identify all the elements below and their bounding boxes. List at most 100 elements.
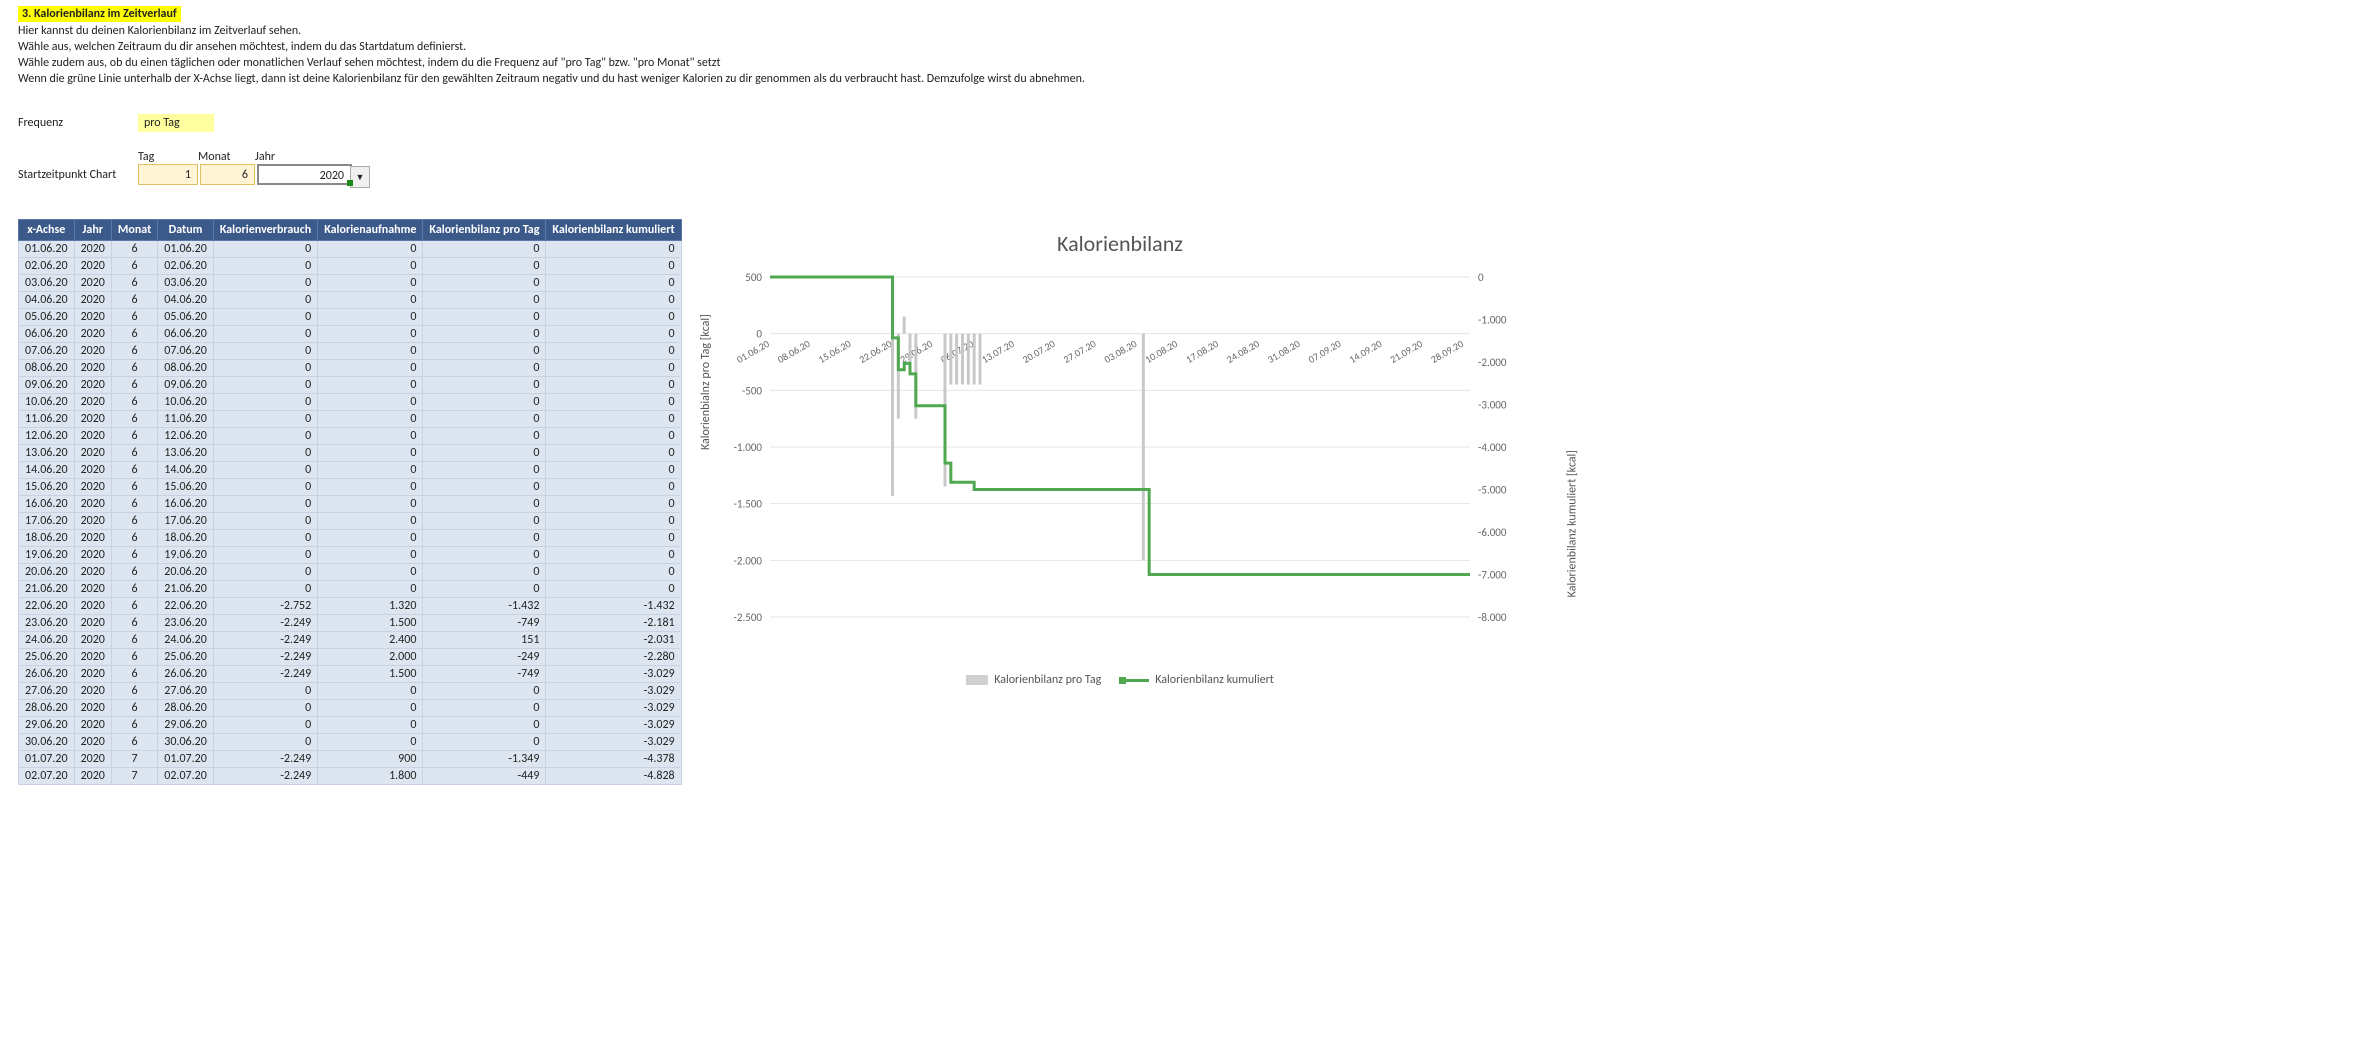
- jahr-input[interactable]: 2020 ▼: [257, 164, 352, 185]
- table-cell: 6: [111, 377, 157, 394]
- svg-text:-8.000: -8.000: [1478, 611, 1507, 624]
- table-row[interactable]: 27.06.202020627.06.20000-3.029: [19, 683, 682, 700]
- table-row[interactable]: 19.06.202020619.06.200000: [19, 547, 682, 564]
- table-cell: 23.06.20: [19, 615, 75, 632]
- table-cell: 24.06.20: [19, 632, 75, 649]
- table-cell: 0: [318, 343, 423, 360]
- monat-input[interactable]: 6: [200, 164, 255, 185]
- table-row[interactable]: 06.06.202020606.06.200000: [19, 326, 682, 343]
- table-cell: 05.06.20: [19, 309, 75, 326]
- table-row[interactable]: 25.06.202020625.06.20-2.2492.000-249-2.2…: [19, 649, 682, 666]
- table-cell: -2.249: [213, 632, 317, 649]
- data-table[interactable]: x-AchseJahrMonatDatumKalorienverbrauchKa…: [18, 219, 682, 785]
- table-cell: 0: [213, 326, 317, 343]
- table-cell: 0: [546, 428, 681, 445]
- table-row[interactable]: 09.06.202020609.06.200000: [19, 377, 682, 394]
- table-row[interactable]: 05.06.202020605.06.200000: [19, 309, 682, 326]
- svg-text:15.06.20: 15.06.20: [816, 337, 853, 366]
- table-row[interactable]: 28.06.202020628.06.20000-3.029: [19, 700, 682, 717]
- table-cell: 0: [318, 462, 423, 479]
- table-cell: 0: [423, 258, 546, 275]
- table-row[interactable]: 02.07.202020702.07.20-2.2491.800-449-4.8…: [19, 768, 682, 785]
- table-cell: 2020: [74, 598, 111, 615]
- table-row[interactable]: 24.06.202020624.06.20-2.2492.400151-2.03…: [19, 632, 682, 649]
- table-row[interactable]: 10.06.202020610.06.200000: [19, 394, 682, 411]
- table-cell: 01.07.20: [19, 751, 75, 768]
- table-row[interactable]: 04.06.202020604.06.200000: [19, 292, 682, 309]
- table-cell: -2.249: [213, 615, 317, 632]
- table-row[interactable]: 29.06.202020629.06.20000-3.029: [19, 717, 682, 734]
- table-cell: 6: [111, 547, 157, 564]
- table-row[interactable]: 26.06.202020626.06.20-2.2491.500-749-3.0…: [19, 666, 682, 683]
- table-cell: 02.07.20: [19, 768, 75, 785]
- table-cell: 0: [546, 547, 681, 564]
- table-cell: 18.06.20: [19, 530, 75, 547]
- tag-input[interactable]: 1: [138, 164, 198, 185]
- table-cell: 2020: [74, 326, 111, 343]
- svg-text:-2.000: -2.000: [734, 554, 763, 567]
- table-cell: 0: [318, 581, 423, 598]
- table-cell: 0: [546, 530, 681, 547]
- table-row[interactable]: 12.06.202020612.06.200000: [19, 428, 682, 445]
- table-row[interactable]: 20.06.202020620.06.200000: [19, 564, 682, 581]
- table-row[interactable]: 15.06.202020615.06.200000: [19, 479, 682, 496]
- table-row[interactable]: 07.06.202020607.06.200000: [19, 343, 682, 360]
- table-cell: 30.06.20: [158, 734, 214, 751]
- table-row[interactable]: 30.06.202020630.06.20000-3.029: [19, 734, 682, 751]
- table-cell: 6: [111, 326, 157, 343]
- table-row[interactable]: 01.06.202020601.06.200000: [19, 241, 682, 258]
- table-row[interactable]: 01.07.202020701.07.20-2.249900-1.349-4.3…: [19, 751, 682, 768]
- table-row[interactable]: 13.06.202020613.06.200000: [19, 445, 682, 462]
- legend-bar-icon: [966, 675, 988, 685]
- table-cell: 0: [318, 309, 423, 326]
- table-cell: 25.06.20: [158, 649, 214, 666]
- table-cell: 15.06.20: [158, 479, 214, 496]
- table-row[interactable]: 23.06.202020623.06.20-2.2491.500-749-2.1…: [19, 615, 682, 632]
- table-cell: 6: [111, 632, 157, 649]
- table-row[interactable]: 21.06.202020621.06.200000: [19, 581, 682, 598]
- table-cell: 02.06.20: [158, 258, 214, 275]
- table-cell: -3.029: [546, 666, 681, 683]
- table-cell: 0: [423, 581, 546, 598]
- table-cell: 2020: [74, 496, 111, 513]
- table-row[interactable]: 08.06.202020608.06.200000: [19, 360, 682, 377]
- dropdown-icon[interactable]: ▼: [350, 166, 370, 188]
- table-row[interactable]: 16.06.202020616.06.200000: [19, 496, 682, 513]
- table-cell: 7: [111, 768, 157, 785]
- table-cell: 6: [111, 666, 157, 683]
- table-row[interactable]: 14.06.202020614.06.200000: [19, 462, 682, 479]
- table-cell: 0: [318, 717, 423, 734]
- table-row[interactable]: 22.06.202020622.06.20-2.7521.320-1.432-1…: [19, 598, 682, 615]
- table-cell: 6: [111, 411, 157, 428]
- table-cell: 0: [546, 309, 681, 326]
- table-row[interactable]: 02.06.202020602.06.200000: [19, 258, 682, 275]
- svg-text:-500: -500: [742, 384, 763, 397]
- table-cell: 19.06.20: [19, 547, 75, 564]
- table-cell: 11.06.20: [158, 411, 214, 428]
- table-cell: 0: [423, 496, 546, 513]
- table-cell: 6: [111, 292, 157, 309]
- table-header: Kalorienverbrauch: [213, 220, 317, 241]
- table-row[interactable]: 11.06.202020611.06.200000: [19, 411, 682, 428]
- table-cell: 0: [213, 479, 317, 496]
- table-row[interactable]: 03.06.202020603.06.200000: [19, 275, 682, 292]
- table-cell: 6: [111, 462, 157, 479]
- table-cell: 6: [111, 258, 157, 275]
- section-description: Hier kannst du deinen Kalorienbilanz im …: [18, 24, 2356, 86]
- table-cell: 20.06.20: [19, 564, 75, 581]
- frequenz-value[interactable]: pro Tag: [138, 114, 214, 132]
- table-cell: 6: [111, 394, 157, 411]
- table-cell: 6: [111, 734, 157, 751]
- table-row[interactable]: 18.06.202020618.06.200000: [19, 530, 682, 547]
- table-row[interactable]: 17.06.202020617.06.200000: [19, 513, 682, 530]
- table-cell: 14.06.20: [158, 462, 214, 479]
- table-cell: 6: [111, 615, 157, 632]
- table-cell: 0: [213, 547, 317, 564]
- table-cell: 0: [423, 700, 546, 717]
- svg-text:28.09.20: 28.09.20: [1428, 337, 1465, 366]
- table-cell: 01.06.20: [19, 241, 75, 258]
- cell-grip-icon[interactable]: [347, 180, 353, 186]
- table-cell: 6: [111, 343, 157, 360]
- table-cell: 0: [546, 564, 681, 581]
- svg-text:27.07.20: 27.07.20: [1061, 337, 1098, 366]
